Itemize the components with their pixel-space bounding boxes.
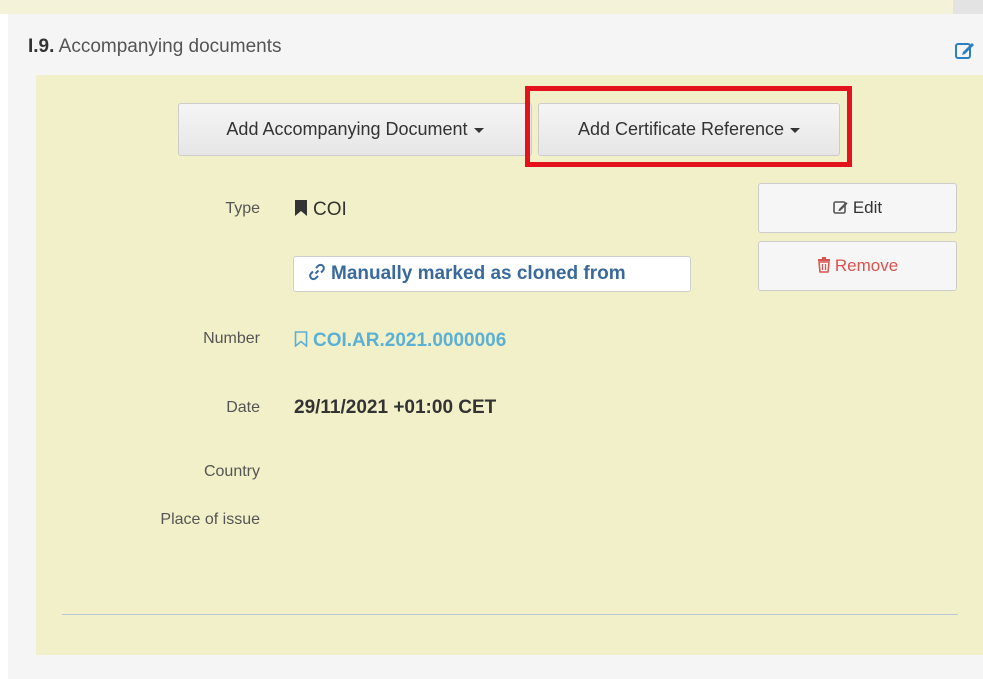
date-label: Date: [226, 399, 260, 416]
remove-button[interactable]: Remove: [758, 241, 957, 291]
add-certificate-reference-button[interactable]: Add Certificate Reference: [538, 103, 840, 156]
number-label: Number: [203, 330, 260, 347]
add-certificate-reference-label: Add Certificate Reference: [577, 119, 785, 139]
add-accompanying-document-label: Add Accompanying Document: [226, 119, 468, 139]
type-value: COI: [294, 199, 347, 221]
section-name: Accompanying documents: [58, 36, 282, 57]
edit-label: Edit: [852, 198, 883, 217]
bookmark-outline-icon: [294, 331, 308, 348]
section-number: I.9.: [28, 36, 55, 57]
number-value[interactable]: COI.AR.2021.0000006: [294, 330, 506, 352]
number-value-text: COI.AR.2021.0000006: [313, 330, 507, 351]
edit-icon: [833, 201, 848, 214]
chevron-down-icon: [790, 127, 801, 133]
type-label: Type: [225, 200, 260, 217]
bookmark-icon: [295, 200, 307, 217]
type-value-text: COI: [313, 199, 347, 220]
link-icon: [309, 264, 325, 281]
date-value: 29/11/2021 +01:00 CET: [294, 397, 497, 418]
add-accompanying-document-button[interactable]: Add Accompanying Document: [178, 103, 532, 156]
trash-icon: [817, 257, 830, 273]
place-of-issue-label: Place of issue: [160, 511, 260, 528]
remove-label: Remove: [834, 256, 899, 275]
section-title: I.9. Accompanying documents: [28, 36, 281, 58]
edit-section-icon[interactable]: [955, 40, 975, 60]
section-divider: [62, 614, 958, 615]
section-body: [36, 75, 983, 655]
cloned-from-badge[interactable]: Manually marked as cloned from: [293, 256, 691, 292]
chevron-down-icon: [473, 127, 484, 133]
top-strip-right: [953, 0, 983, 14]
top-strip: [0, 0, 983, 14]
country-label: Country: [203, 463, 260, 480]
cloned-from-text: Manually marked as cloned from: [331, 263, 626, 284]
edit-button[interactable]: Edit: [758, 183, 957, 233]
